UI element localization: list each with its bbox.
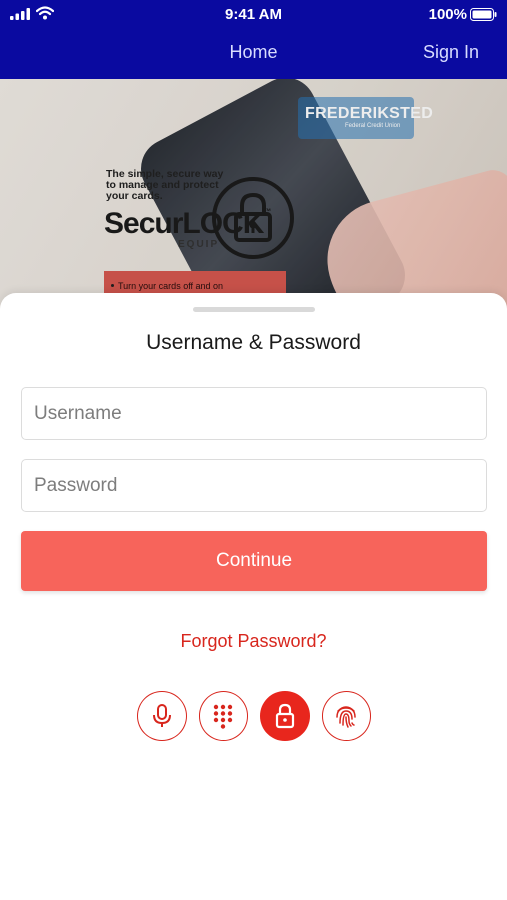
username-input[interactable]	[21, 387, 487, 440]
pin-login-button[interactable]	[198, 691, 248, 741]
password-login-button[interactable]	[260, 691, 310, 741]
promo-banner: FREDERIKSTED Federal Credit Union The si…	[0, 79, 507, 309]
top-bar: 9:41 AM 100% Home Sign In	[0, 0, 507, 79]
fingerprint-login-button[interactable]	[321, 691, 371, 741]
sign-in-link[interactable]: Sign In	[423, 42, 479, 63]
login-title: Username & Password	[146, 331, 361, 354]
lock-icon	[275, 703, 294, 729]
forgot-password-link[interactable]: Forgot Password?	[0, 631, 507, 652]
battery-percent: 100%	[428, 6, 467, 23]
auth-method-row	[137, 691, 371, 741]
voice-login-button[interactable]	[137, 691, 187, 741]
keypad-icon	[214, 704, 233, 729]
fingerprint-icon	[336, 706, 356, 728]
battery-icon	[470, 8, 497, 21]
status-bar: 9:41 AM 100%	[0, 0, 507, 28]
sheet-grabber[interactable]	[193, 307, 315, 312]
login-sheet: Username & Password Continue Forgot Pass…	[0, 293, 507, 900]
continue-button[interactable]: Continue	[21, 531, 487, 591]
banner-overlay	[0, 79, 507, 309]
microphone-icon	[152, 704, 171, 727]
password-input[interactable]	[21, 459, 487, 512]
